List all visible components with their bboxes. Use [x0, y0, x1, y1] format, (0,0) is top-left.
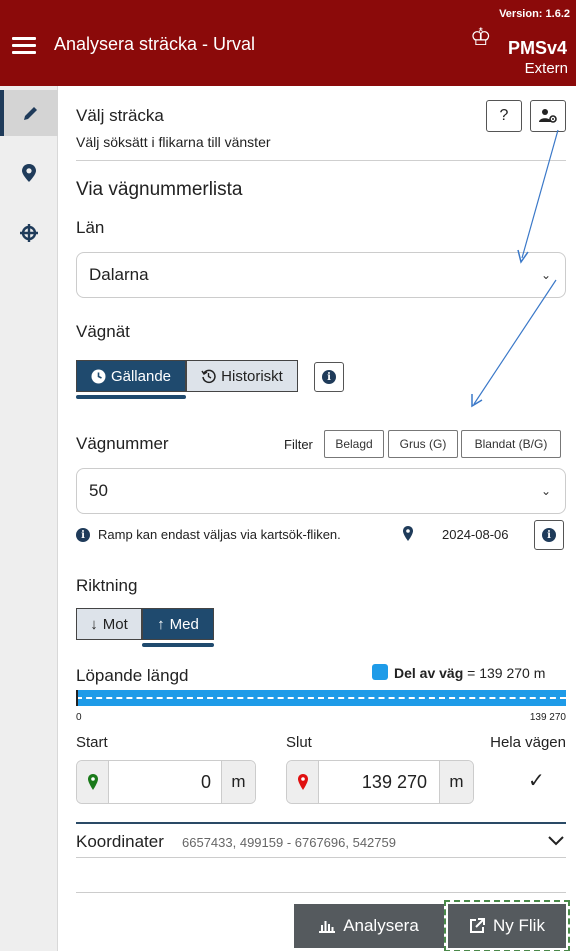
info-icon: i [322, 370, 336, 384]
vagnummer-select[interactable]: 50 ⌄ [76, 468, 566, 514]
vagnat-info-button[interactable]: i [314, 362, 344, 392]
lan-value: Dalarna [89, 265, 149, 284]
road-centerline [76, 697, 566, 699]
chevron-down-icon [548, 836, 564, 846]
active-tab-underline [142, 643, 214, 647]
road-length-bar[interactable] [76, 690, 566, 706]
sidebar [0, 86, 58, 951]
ramp-note: Ramp kan endast väljas via kartsök-flike… [98, 527, 341, 542]
panel-subheading: Välj söksätt i flikarna till vänster [76, 134, 271, 150]
vagnat-gallande-button[interactable]: Gällande [76, 360, 186, 392]
main-panel: Välj sträcka Välj söksätt i flikarna til… [76, 86, 570, 951]
ny-flik-button[interactable]: Ny Flik [444, 900, 570, 951]
version-label: Version: 1.6.2 [499, 8, 570, 20]
crosshair-icon [20, 224, 38, 242]
section-title: Via vägnummerlista [76, 179, 243, 200]
page-title: Analysera sträcka - Urval [54, 34, 256, 54]
filter-blandat-button[interactable]: Blandat (B/G) [461, 430, 561, 458]
vagnat-historiskt-button[interactable]: Historiskt [186, 360, 298, 392]
data-date: 2024-08-06 [442, 527, 509, 542]
vagnat-label: Vägnät [76, 322, 130, 341]
external-link-icon [470, 918, 486, 933]
slut-label: Slut [286, 734, 312, 751]
help-button[interactable]: ? [486, 100, 522, 132]
active-tab-underline [76, 395, 186, 399]
vagnat-gallande-label: Gällande [110, 367, 172, 385]
start-unit: m [221, 761, 255, 803]
start-pin-container [77, 761, 109, 803]
green-map-marker-icon [87, 774, 98, 790]
analysera-label: Analysera [343, 916, 419, 935]
legend-swatch [372, 664, 388, 680]
ny-flik-label: Ny Flik [493, 916, 545, 935]
arrow-down-icon: ↓ [90, 615, 98, 633]
riktning-label: Riktning [76, 576, 138, 595]
start-input[interactable]: 0 m [76, 760, 256, 804]
panel-heading: Välj sträcka [76, 106, 164, 125]
hamburger-menu-icon[interactable] [12, 37, 36, 55]
history-icon [201, 369, 216, 383]
crown-logo-icon: ♔ [470, 24, 492, 51]
lan-select[interactable]: Dalarna ⌄ [76, 252, 566, 298]
app-header: Analysera sträcka - Urval Version: 1.6.2… [0, 0, 576, 86]
del-av-vag-value: = 139 270 m [467, 665, 546, 681]
red-map-marker-icon [297, 774, 308, 790]
vagnummer-label: Vägnummer [76, 434, 169, 453]
pencil-icon [24, 107, 37, 120]
arrow-up-icon: ↑ [157, 615, 165, 633]
sidebar-tab-edit[interactable] [0, 90, 58, 136]
riktning-mot-button[interactable]: ↓ Mot [76, 608, 142, 640]
lopande-langd-label: Löpande längd [76, 666, 189, 685]
sidebar-tab-map-marker[interactable] [0, 150, 58, 196]
clock-icon [91, 369, 106, 383]
user-settings-icon [539, 109, 557, 123]
filter-grus-button[interactable]: Grus (G) [388, 430, 458, 458]
hela-vagen-checkbox[interactable]: ✓ [528, 768, 545, 793]
start-value: 0 [200, 772, 211, 792]
bar-end-label: 139 270 [529, 712, 566, 723]
vagnat-historiskt-label: Historiskt [221, 367, 283, 385]
koordinater-row[interactable]: Koordinater 6657433, 499159 - 6767696, 5… [76, 822, 566, 858]
start-marker [76, 690, 78, 706]
divider [76, 892, 566, 893]
slut-input[interactable]: 139 270 m [286, 760, 474, 804]
chevron-down-icon: ⌄ [540, 268, 551, 282]
map-marker-icon[interactable] [402, 526, 414, 541]
filter-belagd-button[interactable]: Belagd [324, 430, 384, 458]
date-info-button[interactable]: i [534, 520, 564, 550]
brand-name: PMSv4 [508, 38, 568, 58]
lan-label: Län [76, 218, 105, 237]
vagnummer-value: 50 [89, 481, 108, 500]
bar-start-label: 0 [76, 712, 82, 723]
divider [76, 160, 566, 161]
analysera-button[interactable]: Analysera [294, 904, 444, 948]
info-icon: i [76, 528, 90, 542]
riktning-mot-label: Mot [102, 615, 128, 633]
bar-chart-icon [319, 921, 336, 933]
info-icon: i [542, 528, 556, 542]
filter-label: Filter [284, 437, 313, 452]
end-pin-container [287, 761, 319, 803]
brand-subtitle: Extern [524, 60, 568, 77]
koordinater-label: Koordinater [76, 832, 164, 851]
slut-unit: m [439, 761, 473, 803]
start-label: Start [76, 734, 108, 751]
riktning-med-button[interactable]: ↑ Med [142, 608, 214, 640]
del-av-vag-label: Del av väg [394, 665, 464, 681]
chevron-down-icon: ⌄ [540, 484, 551, 498]
koordinater-value: 6657433, 499159 - 6767696, 542759 [182, 835, 396, 850]
del-av-vag: Del av väg = 139 270 m [394, 665, 545, 681]
slut-value: 139 270 [361, 772, 427, 792]
sidebar-tab-crosshair[interactable] [0, 210, 58, 256]
user-settings-button[interactable] [530, 100, 566, 132]
riktning-med-label: Med [169, 615, 199, 633]
hela-vagen-label: Hela vägen [490, 734, 566, 751]
map-marker-icon [22, 164, 36, 182]
